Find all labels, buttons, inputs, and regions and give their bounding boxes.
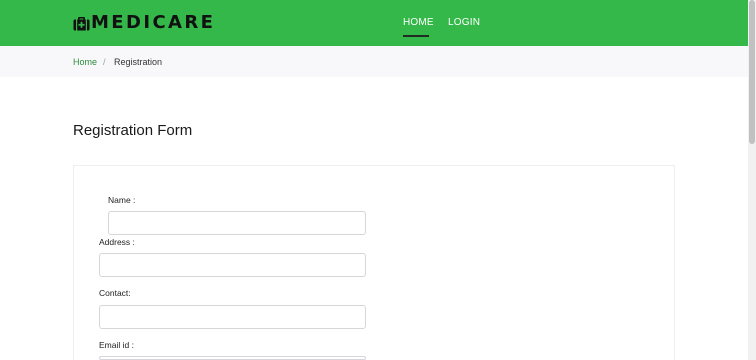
brand-logo[interactable]: MEDICARE xyxy=(73,13,215,33)
breadcrumb-current: Registration xyxy=(114,57,163,67)
nav-login-link[interactable]: LOGIN xyxy=(448,17,480,29)
email-input[interactable] xyxy=(99,356,366,360)
page-scrollbar[interactable] xyxy=(748,0,756,360)
breadcrumb-separator: / xyxy=(103,57,106,67)
name-input[interactable] xyxy=(108,211,366,235)
email-label: Email id : xyxy=(99,340,134,350)
name-label: Name : xyxy=(108,195,136,205)
nav-home-link[interactable]: HOME xyxy=(403,17,434,29)
contact-input[interactable] xyxy=(99,305,366,329)
medical-kit-icon xyxy=(73,16,90,30)
page-title: Registration Form xyxy=(73,122,193,139)
nav-active-indicator xyxy=(403,35,429,37)
top-navbar: MEDICARE HOME LOGIN xyxy=(0,0,748,46)
scrollbar-thumb[interactable] xyxy=(749,0,755,144)
address-label: Address : xyxy=(99,237,135,247)
brand-name: MEDICARE xyxy=(91,12,216,33)
breadcrumb-home-link[interactable]: Home xyxy=(73,57,97,68)
address-input[interactable] xyxy=(99,253,366,277)
contact-label: Contact: xyxy=(99,288,131,298)
breadcrumb: Home / Registration xyxy=(0,46,748,77)
